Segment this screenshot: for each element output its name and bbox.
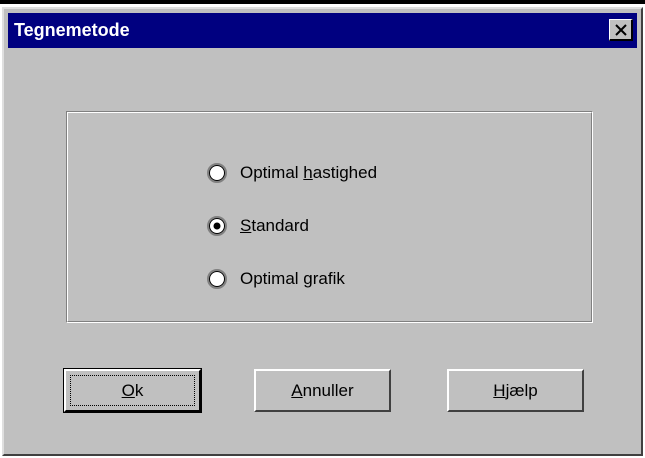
title-bar[interactable]: Tegnemetode (8, 13, 637, 48)
radio-button-selected-icon[interactable] (207, 216, 227, 236)
radio-label: Standard (240, 216, 310, 235)
help-button[interactable]: Hjælp (447, 369, 584, 412)
close-button[interactable] (609, 19, 633, 41)
window-title: Tegnemetode (14, 20, 130, 40)
radio-button-icon[interactable] (207, 163, 227, 183)
radio-label: Optimal grafik (240, 269, 345, 288)
ok-button[interactable]: Ok (63, 368, 202, 413)
close-icon (614, 23, 627, 36)
radio-optimal-graphics[interactable]: Optimal grafik (207, 266, 345, 292)
cancel-button[interactable]: Annuller (254, 369, 391, 412)
radio-button-icon[interactable] (207, 269, 227, 289)
radio-optimal-speed[interactable]: Optimal hastighed (207, 160, 377, 186)
radio-standard[interactable]: Standard (207, 213, 309, 239)
drawing-method-dialog: Tegnemetode Optimal hastighed Standard O… (2, 7, 643, 456)
help-button-label: Hjælp (493, 380, 538, 400)
cancel-button-label: Annuller (291, 380, 354, 400)
options-group: Optimal hastighed Standard Optimal grafi… (66, 111, 593, 323)
radio-label: Optimal hastighed (240, 163, 378, 182)
screen-top-edge (0, 0, 645, 4)
focus-rectangle (70, 375, 195, 406)
